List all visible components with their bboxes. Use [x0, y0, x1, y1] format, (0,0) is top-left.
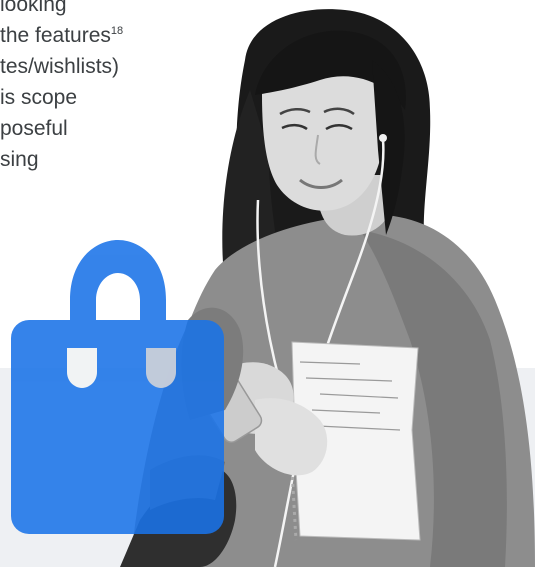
woman-photo — [120, 9, 535, 567]
